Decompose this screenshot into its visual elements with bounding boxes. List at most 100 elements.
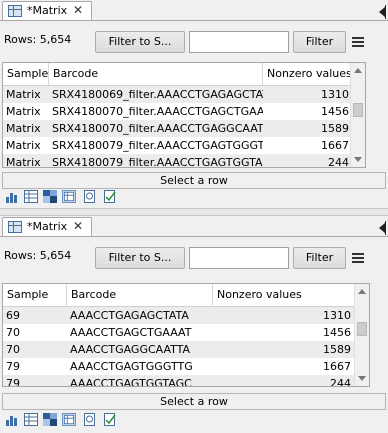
table-view-icon[interactable] [24, 413, 38, 426]
details-icon[interactable] [83, 413, 97, 426]
filter-button[interactable]: Filter [293, 31, 346, 53]
panel-splitter[interactable] [0, 208, 388, 216]
matrix-table-icon[interactable] [62, 413, 76, 426]
filter-to-selection-button[interactable]: Filter to S... [95, 31, 185, 53]
tab-bar: *Matrix ✕ [0, 0, 388, 21]
cell-nonzero: 1667 [321, 139, 349, 152]
scroll-up-icon[interactable] [358, 289, 366, 294]
matrix-table-icon[interactable] [62, 190, 76, 203]
table-row[interactable]: Matrix SRX4180070_filter.AAACCTGAGGCAATT… [3, 120, 353, 137]
cell-nonzero: 1589 [323, 343, 351, 356]
collapse-side-panel-icon[interactable] [379, 223, 385, 233]
scroll-down-icon[interactable] [358, 376, 366, 381]
column-header-nonzero[interactable]: Nonzero values [263, 63, 353, 85]
side-panel-bar [385, 221, 386, 235]
table-row[interactable]: 70 AAACCTGAGCTGAAAT 1456 [3, 324, 355, 341]
cell-nonzero: 1456 [321, 105, 349, 118]
table-view-icon[interactable] [24, 190, 38, 203]
cell-barcode: AAACCTGAGAGCTATA [70, 309, 189, 322]
tab-matrix[interactable]: *Matrix ✕ [2, 217, 92, 236]
search-input[interactable] [189, 247, 289, 269]
table-row[interactable]: 79 AAACCTGAGTGGGTTG 1667 [3, 358, 355, 375]
cell-barcode: SRX4180069_filter.AAACCTGAGAGCTATA [52, 88, 263, 101]
table-row[interactable]: Matrix SRX4180069_filter.AAACCTGAGAGCTAT… [3, 86, 353, 103]
view-switcher [0, 411, 388, 431]
data-table: Sample Barcode Nonzero values Matrix SRX… [2, 62, 366, 168]
close-icon[interactable]: ✕ [73, 219, 83, 233]
table-row[interactable]: Matrix SRX4180079_filter.AAACCTGAGTGGTAG… [3, 154, 353, 168]
top-editor-panel: *Matrix ✕ Rows: 5,654 Filter to S... Fil… [0, 0, 388, 208]
table-toolbar: Rows: 5,654 Filter to S... Filter [0, 240, 388, 270]
scroll-up-icon[interactable] [354, 68, 362, 73]
cell-sample: Matrix [6, 122, 41, 135]
table-icon [8, 221, 22, 233]
filter-button[interactable]: Filter [293, 247, 346, 269]
cell-nonzero: 1589 [321, 122, 349, 135]
data-table: Sample Barcode Nonzero values 69 AAACCTG… [2, 283, 370, 387]
table-row[interactable]: Matrix SRX4180079_filter.AAACCTGAGTGGGTT… [3, 137, 353, 154]
history-icon[interactable] [103, 413, 117, 426]
cell-nonzero: 1310 [323, 309, 351, 322]
cell-barcode: SRX4180079_filter.AAACCTGAGTGGGTTG [52, 139, 263, 152]
cell-barcode: AAACCTGAGTGGTAGC [70, 377, 192, 387]
vertical-scrollbar[interactable] [354, 284, 369, 386]
cell-sample: Matrix [6, 105, 41, 118]
tab-label: *Matrix [27, 4, 68, 17]
bar-chart-icon[interactable] [5, 190, 19, 203]
column-header-sample[interactable]: Sample [3, 284, 67, 306]
column-header-barcode[interactable]: Barcode [67, 284, 213, 306]
table-row[interactable]: 69 AAACCTGAGAGCTATA 1310 [3, 307, 355, 324]
side-panel-bar [385, 5, 386, 19]
cell-barcode: AAACCTGAGGCAATTA [70, 343, 191, 356]
row-count: Rows: 5,654 [4, 33, 72, 46]
scroll-down-icon[interactable] [354, 157, 362, 162]
column-header-nonzero[interactable]: Nonzero values [213, 284, 355, 306]
cell-nonzero: 1456 [323, 326, 351, 339]
table-header: Sample Barcode Nonzero values [3, 284, 355, 307]
cell-barcode: AAACCTGAGCTGAAAT [70, 326, 192, 339]
tab-matrix[interactable]: *Matrix ✕ [2, 1, 92, 20]
cell-sample: 69 [6, 309, 20, 322]
cell-sample: Matrix [6, 139, 41, 152]
column-menu-icon[interactable] [352, 253, 364, 263]
row-count: Rows: 5,654 [4, 249, 72, 262]
scrollbar-thumb[interactable] [357, 322, 367, 336]
cell-sample: Matrix [6, 156, 41, 168]
cell-barcode: SRX4180079_filter.AAACCTGAGTGGTAGC [52, 156, 263, 168]
selection-status: Select a row [2, 172, 386, 189]
cell-barcode: SRX4180070_filter.AAACCTGAGGCAATTA [52, 122, 263, 135]
table-toolbar: Rows: 5,654 Filter to S... Filter [0, 24, 388, 54]
table-row[interactable]: 70 AAACCTGAGGCAATTA 1589 [3, 341, 355, 358]
collapse-side-panel-icon[interactable] [379, 7, 385, 17]
cell-sample: 79 [6, 360, 20, 373]
view-switcher [0, 188, 388, 208]
scrollbar-thumb[interactable] [353, 103, 363, 117]
close-icon[interactable]: ✕ [73, 3, 83, 17]
filter-to-selection-button[interactable]: Filter to S... [95, 247, 185, 269]
cell-nonzero: 244 [328, 156, 349, 168]
cell-nonzero: 1310 [321, 88, 349, 101]
selection-status: Select a row [2, 393, 386, 410]
cell-barcode: AAACCTGAGTGGGTTG [70, 360, 193, 373]
column-header-barcode[interactable]: Barcode [49, 63, 263, 85]
column-menu-icon[interactable] [352, 37, 364, 47]
heatmap-icon[interactable] [43, 413, 57, 426]
vertical-scrollbar[interactable] [350, 63, 365, 167]
table-row[interactable]: Matrix SRX4180070_filter.AAACCTGAGCTGAAA… [3, 103, 353, 120]
heatmap-icon[interactable] [43, 190, 57, 203]
column-header-sample[interactable]: Sample [3, 63, 49, 85]
search-input[interactable] [189, 31, 289, 53]
cell-sample: 70 [6, 326, 20, 339]
table-header: Sample Barcode Nonzero values [3, 63, 353, 86]
cell-nonzero: 1667 [323, 360, 351, 373]
details-icon[interactable] [83, 190, 97, 203]
table-row[interactable]: 79 AAACCTGAGTGGTAGC 244 [3, 375, 355, 387]
cell-sample: 70 [6, 343, 20, 356]
cell-nonzero: 244 [330, 377, 351, 387]
tab-bar: *Matrix ✕ [0, 216, 388, 237]
bar-chart-icon[interactable] [5, 413, 19, 426]
cell-sample: Matrix [6, 88, 41, 101]
history-icon[interactable] [103, 190, 117, 203]
cell-barcode: SRX4180070_filter.AAACCTGAGCTGAAAT [52, 105, 263, 118]
cell-sample: 79 [6, 377, 20, 387]
